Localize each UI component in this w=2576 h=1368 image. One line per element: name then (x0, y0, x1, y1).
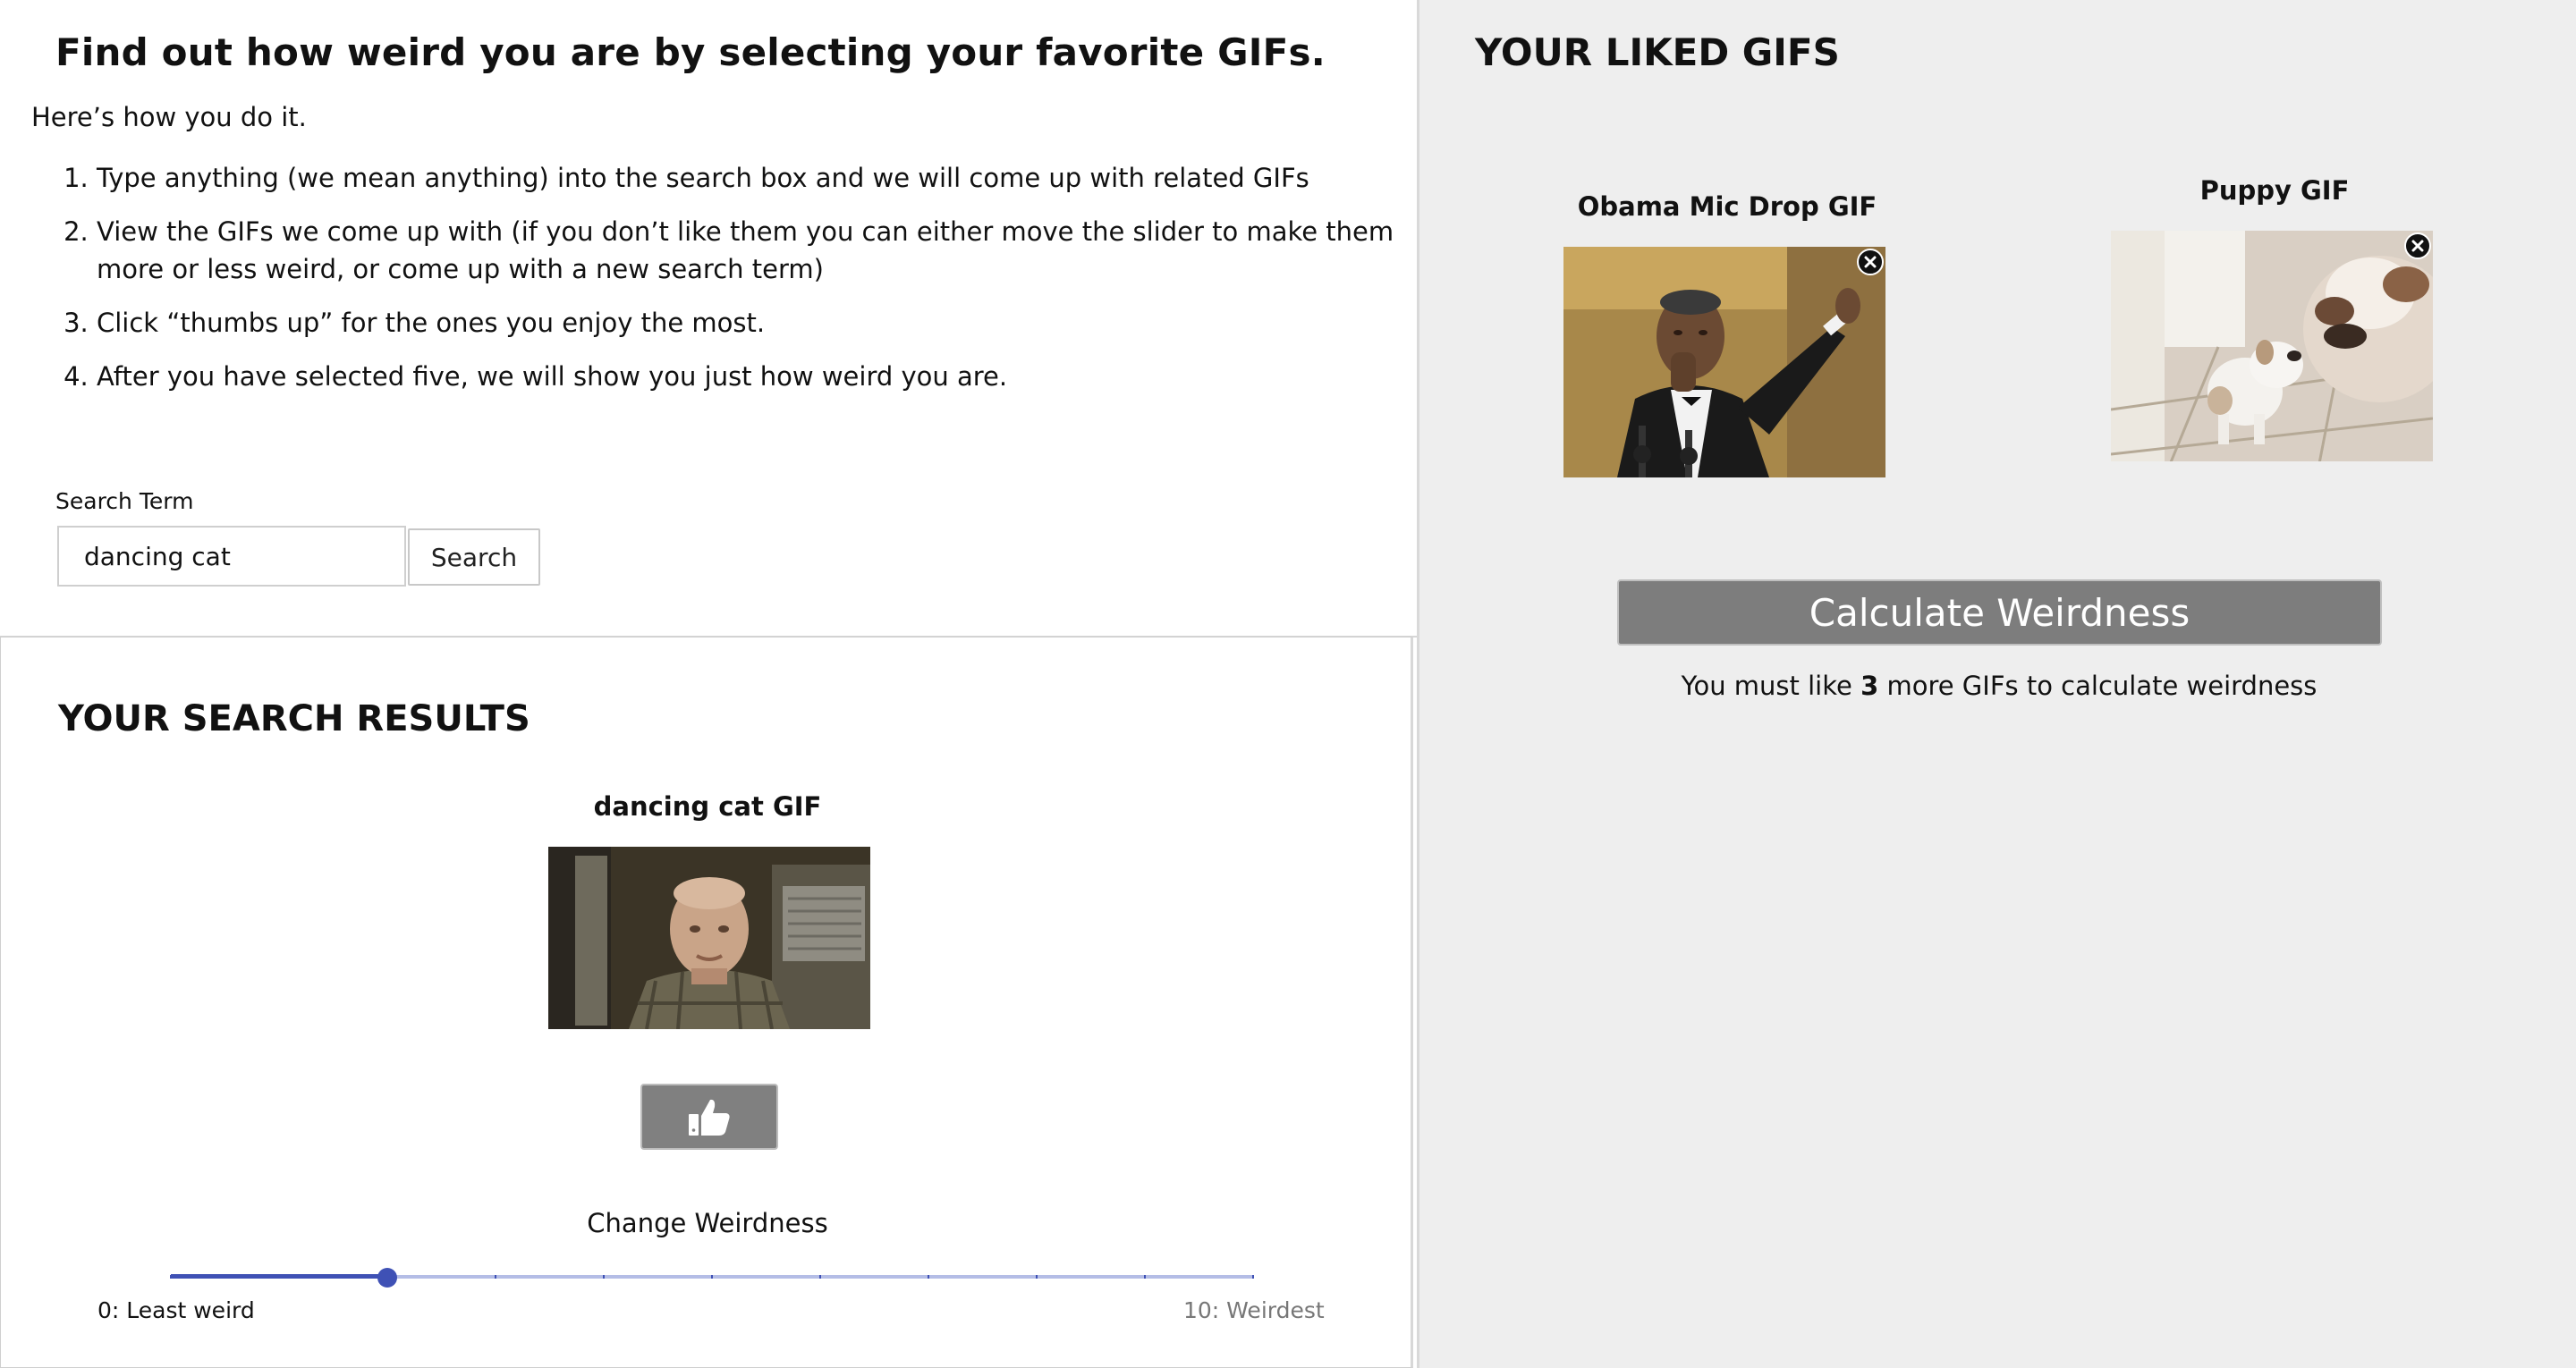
notice-prefix: You must like (1681, 671, 1852, 701)
liked-gif-caption: Obama Mic Drop GIF (1577, 191, 1877, 222)
result-gif-caption: dancing cat GIF (593, 791, 822, 822)
slider-step-mark (278, 1275, 280, 1279)
close-circle-icon (2411, 240, 2424, 252)
close-circle-icon (1864, 256, 1877, 268)
like-button[interactable] (640, 1084, 778, 1150)
slider-step-mark (603, 1275, 605, 1279)
instructions-panel: Find out how weird you are by selecting … (0, 0, 1415, 635)
page-headline: Find out how weird you are by selecting … (55, 30, 1326, 74)
search-term-label: Search Term (55, 488, 194, 514)
slider-thumb[interactable] (377, 1268, 397, 1288)
slider-step-mark (1144, 1275, 1146, 1279)
remove-liked-gif-button[interactable] (1857, 249, 1884, 275)
liked-gifs-panel: YOUR LIKED GIFS Obama Mic Drop GIF Puppy… (1417, 0, 2576, 1368)
instruction-step: Type anything (we mean anything) into th… (97, 159, 1438, 197)
slider-step-mark (1036, 1275, 1038, 1279)
remove-liked-gif-button[interactable] (2404, 232, 2431, 259)
intro-text: Here’s how you do it. (31, 102, 307, 132)
calculate-weirdness-button[interactable]: Calculate Weirdness (1617, 579, 2382, 646)
search-results-panel: YOUR SEARCH RESULTS dancing cat GIF Chan… (0, 637, 1413, 1368)
slider-step-mark (928, 1275, 929, 1279)
likes-remaining-notice: You must like 3 more GIFs to calculate w… (1419, 671, 2576, 701)
search-results-title: YOUR SEARCH RESULTS (58, 698, 530, 739)
instructions-list: Type anything (we mean anything) into th… (27, 159, 1438, 411)
instruction-step: After you have selected five, we will sh… (97, 358, 1438, 395)
slider-step-mark (1252, 1275, 1254, 1279)
slider-step-mark (711, 1275, 713, 1279)
search-button[interactable]: Search (408, 528, 540, 586)
liked-gif-image (2111, 231, 2433, 461)
slider-min-label: 0: Least weird (97, 1297, 255, 1323)
liked-gif-image (1563, 247, 1885, 477)
slider-step-mark (170, 1275, 172, 1279)
liked-gifs-title: YOUR LIKED GIFS (1475, 30, 1840, 74)
notice-suffix: more GIFs to calculate weirdness (1886, 671, 2318, 701)
change-weirdness-label: Change Weirdness (587, 1208, 828, 1238)
result-gif-image (548, 847, 870, 1029)
thumbs-up-icon (689, 1099, 730, 1136)
instruction-step: Click “thumbs up” for the ones you enjoy… (97, 304, 1438, 342)
weirdness-slider[interactable] (170, 1260, 1254, 1296)
liked-gif-caption: Puppy GIF (2199, 175, 2350, 206)
slider-step-mark (819, 1275, 821, 1279)
search-input[interactable] (57, 526, 406, 587)
slider-step-mark (495, 1275, 496, 1279)
instruction-step: View the GIFs we come up with (if you do… (97, 213, 1438, 288)
likes-remaining-count: 3 (1860, 671, 1879, 701)
slider-max-label: 10: Weirdest (1183, 1297, 1325, 1323)
